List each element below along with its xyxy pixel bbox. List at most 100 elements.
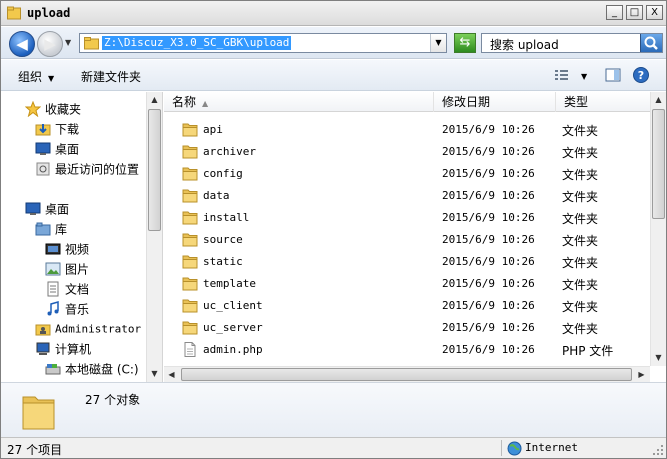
navigation-scrollbar[interactable]: ▲ ▼ xyxy=(146,92,162,382)
php-file-icon xyxy=(184,342,196,357)
file-row[interactable]: uc_server 2015/6/9 10:26 文件夹 xyxy=(164,317,650,339)
folder-icon xyxy=(182,145,198,159)
minimize-button[interactable]: _ xyxy=(606,5,623,20)
nav-item-recent-places[interactable]: 最近访问的位置 xyxy=(35,160,139,178)
folder-icon xyxy=(182,167,198,181)
file-row[interactable]: source 2015/6/9 10:26 文件夹 xyxy=(164,229,650,251)
address-dropdown-button[interactable]: ▼ xyxy=(430,34,446,52)
desktop-icon xyxy=(25,202,41,215)
file-row[interactable]: archiver 2015/6/9 10:26 文件夹 xyxy=(164,141,650,163)
nav-item-local-disk[interactable]: 本地磁盘 (C:) xyxy=(45,360,139,378)
file-type: 文件夹 xyxy=(562,234,599,248)
folder-icon xyxy=(7,6,21,20)
recent-pages-dropdown[interactable]: ▼ xyxy=(65,38,75,48)
organize-label: 组织 xyxy=(18,70,43,84)
explorer-window: upload _ □ X ◀ ▶ ▼ Z:\Discuz_X3.0_SC_GBK… xyxy=(0,0,667,459)
address-path[interactable]: Z:\Discuz_X3.0_SC_GBK\upload xyxy=(102,36,292,50)
folder-icon xyxy=(182,211,198,225)
computer-icon xyxy=(36,342,50,355)
search-button[interactable] xyxy=(640,34,662,52)
new-folder-button[interactable]: 新建文件夹 xyxy=(81,68,141,85)
nav-item-libraries[interactable]: 库 xyxy=(35,220,67,238)
pictures-icon xyxy=(45,262,61,275)
sort-ascending-icon: ▲ xyxy=(202,99,209,108)
folder-icon xyxy=(84,37,99,50)
file-name: data xyxy=(203,189,230,202)
status-divider xyxy=(501,440,502,456)
organize-menu[interactable]: 组织 ▼ xyxy=(18,68,54,85)
file-row[interactable]: uc_client 2015/6/9 10:26 文件夹 xyxy=(164,295,650,317)
file-row[interactable]: api 2015/6/9 10:26 文件夹 xyxy=(164,119,650,141)
file-row[interactable]: data 2015/6/9 10:26 文件夹 xyxy=(164,185,650,207)
star-icon xyxy=(25,100,41,117)
command-bar: 组织 ▼ 新建文件夹 ▼ ? xyxy=(1,60,666,91)
nav-item-computer[interactable]: 计算机 xyxy=(35,340,91,358)
column-header-name[interactable]: 名称 ▲ xyxy=(164,92,434,112)
file-row[interactable]: install 2015/6/9 10:26 文件夹 xyxy=(164,207,650,229)
globe-icon xyxy=(507,441,522,456)
file-type: 文件夹 xyxy=(562,278,599,292)
file-modified-date: 2015/6/9 10:26 xyxy=(442,145,535,158)
file-modified-date: 2015/6/9 10:26 xyxy=(442,321,535,334)
nav-item-desktop-favorite[interactable]: 桌面 xyxy=(35,140,79,158)
file-row[interactable]: config 2015/6/9 10:26 文件夹 xyxy=(164,163,650,185)
status-bar: 27 个项目 Internet xyxy=(1,437,666,458)
file-row[interactable]: admin.php 2015/6/9 10:26 PHP 文件 xyxy=(164,339,650,361)
nav-item-favorites[interactable]: 收藏夹 xyxy=(25,100,81,118)
file-name: source xyxy=(203,233,243,246)
file-name: uc_client xyxy=(203,299,263,312)
help-icon[interactable]: ? xyxy=(632,66,650,84)
file-type: PHP 文件 xyxy=(562,344,614,358)
file-name: uc_server xyxy=(203,321,263,334)
folder-icon xyxy=(182,189,198,203)
view-options-icon[interactable] xyxy=(553,66,571,84)
file-row[interactable]: static 2015/6/9 10:26 文件夹 xyxy=(164,251,650,273)
back-button[interactable]: ◀ xyxy=(9,31,35,57)
details-pane: 27 个对象 xyxy=(1,382,666,437)
nav-item-videos[interactable]: 视频 xyxy=(45,240,89,258)
scroll-right-arrow[interactable]: ▶ xyxy=(634,367,649,382)
hard-drive-icon xyxy=(45,363,61,374)
scroll-down-arrow[interactable]: ▼ xyxy=(147,366,162,382)
preview-pane-icon[interactable] xyxy=(604,66,622,84)
scroll-thumb[interactable] xyxy=(652,109,665,219)
nav-item-documents[interactable]: 文档 xyxy=(45,280,89,298)
nav-item-administrator[interactable]: Administrator xyxy=(35,320,141,338)
file-list-horizontal-scrollbar[interactable]: ◀ ▶ xyxy=(164,366,650,382)
maximize-button[interactable]: □ xyxy=(626,5,643,20)
nav-item-pictures[interactable]: 图片 xyxy=(45,260,89,278)
search-placeholder: 搜索 upload xyxy=(490,38,559,52)
column-header-type[interactable]: 类型 xyxy=(556,92,650,112)
arrow-right-icon: ▶ xyxy=(44,35,56,53)
scroll-down-arrow[interactable]: ▼ xyxy=(651,350,666,366)
forward-button[interactable]: ▶ xyxy=(37,31,63,57)
scroll-up-arrow[interactable]: ▲ xyxy=(147,92,162,108)
title-bar[interactable]: upload _ □ X xyxy=(1,1,666,26)
folder-icon xyxy=(182,277,198,291)
scroll-thumb[interactable] xyxy=(148,109,161,231)
resize-grip-icon[interactable] xyxy=(652,444,664,456)
nav-item-music[interactable]: 音乐 xyxy=(45,300,89,318)
file-name: static xyxy=(203,255,243,268)
folder-icon xyxy=(182,123,198,137)
file-modified-date: 2015/6/9 10:26 xyxy=(442,343,535,356)
column-header-date[interactable]: 修改日期 xyxy=(434,92,556,112)
refresh-button[interactable]: ⇆ xyxy=(454,33,476,53)
view-dropdown-button[interactable]: ▼ xyxy=(581,72,587,81)
scroll-left-arrow[interactable]: ◀ xyxy=(164,367,179,382)
nav-item-downloads[interactable]: 下载 xyxy=(35,120,79,138)
file-modified-date: 2015/6/9 10:26 xyxy=(442,233,535,246)
scroll-up-arrow[interactable]: ▲ xyxy=(651,92,666,108)
scroll-thumb[interactable] xyxy=(181,368,632,381)
close-button[interactable]: X xyxy=(646,5,663,20)
file-list-vertical-scrollbar[interactable]: ▲ ▼ xyxy=(650,92,666,366)
new-folder-label: 新建文件夹 xyxy=(81,70,142,84)
file-row[interactable]: template 2015/6/9 10:26 文件夹 xyxy=(164,273,650,295)
search-input[interactable]: 搜索 upload xyxy=(481,33,663,53)
file-modified-date: 2015/6/9 10:26 xyxy=(442,123,535,136)
refresh-icon: ⇆ xyxy=(459,35,471,50)
downloads-folder-icon xyxy=(35,123,51,135)
file-type: 文件夹 xyxy=(562,300,599,314)
address-bar[interactable]: Z:\Discuz_X3.0_SC_GBK\upload ▼ xyxy=(79,33,447,53)
nav-item-desktop[interactable]: 桌面 xyxy=(25,200,69,218)
